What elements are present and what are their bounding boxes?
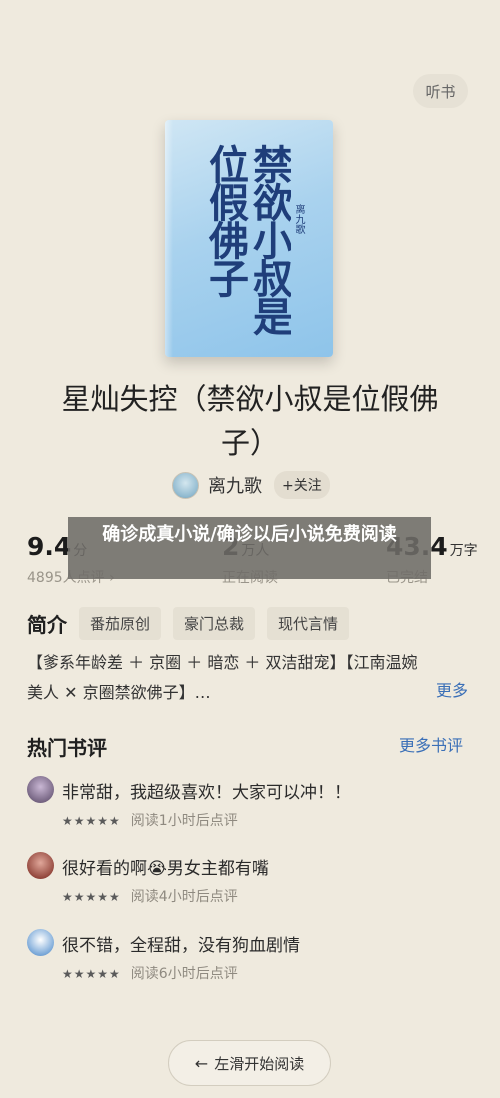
more-comments-link[interactable]: 更多书评 xyxy=(399,732,463,756)
comment-text: 很好看的啊😭男女主都有嘴 xyxy=(62,859,269,879)
intro-more-link[interactable]: 更多 xyxy=(436,677,468,701)
cover-title: 禁欲小叔是位假佛子 xyxy=(202,144,291,334)
author-name[interactable]: 离九歌 xyxy=(208,472,262,498)
cover-author: 离九歌 xyxy=(293,204,304,234)
comment-time: 阅读1小时后点评 xyxy=(130,813,238,829)
tag-original[interactable]: 番茄原创 xyxy=(79,607,162,640)
author-row: 离九歌 +关注 xyxy=(172,470,330,500)
intro-title: 简介 xyxy=(27,613,67,637)
book-cover[interactable]: 禁欲小叔是位假佛子 离九歌 xyxy=(165,120,333,357)
star-rating: ★★★★★ xyxy=(62,814,121,828)
rating-value: 9.4 xyxy=(27,532,72,561)
arrow-left-icon: ← xyxy=(194,1053,209,1073)
comment-time: 阅读6小时后点评 xyxy=(130,966,238,982)
start-reading-label: 左滑开始阅读 xyxy=(214,1054,305,1073)
commenter-avatar xyxy=(27,776,54,803)
overlay-banner: 确诊成真小说/确诊以后小说免费阅读 xyxy=(68,517,431,579)
tag-ceo[interactable]: 豪门总裁 xyxy=(173,607,256,640)
commenter-avatar xyxy=(27,929,54,956)
follow-button[interactable]: +关注 xyxy=(274,471,330,499)
listen-button[interactable]: 听书 xyxy=(413,74,468,108)
words-unit: 万字 xyxy=(449,543,478,559)
comment-text: 非常甜，我超级喜欢！大家可以冲！！ xyxy=(62,783,351,803)
comment-meta: ★★★★★ 阅读1小时后点评 xyxy=(62,810,238,830)
commenter-avatar xyxy=(27,852,54,879)
intro-text: 【爹系年龄差 ＋ 京圈 ＋ 暗恋 ＋ 双洁甜宠】【江南温婉美人 ✕ 京圈禁欲佛子… xyxy=(27,653,418,702)
comment-text: 很不错，全程甜，没有狗血剧情 xyxy=(62,936,300,956)
comment-meta: ★★★★★ 阅读4小时后点评 xyxy=(62,886,238,906)
author-avatar[interactable] xyxy=(172,471,199,499)
hot-comments-title: 热门书评 xyxy=(27,736,107,760)
comment-meta: ★★★★★ 阅读6小时后点评 xyxy=(62,963,238,983)
book-title: 星灿失控（禁欲小叔是位假佛子） xyxy=(61,382,439,460)
star-rating: ★★★★★ xyxy=(62,967,121,981)
intro-header: 简介 番茄原创 豪门总裁 现代言情 xyxy=(27,607,350,640)
comment-time: 阅读4小时后点评 xyxy=(130,889,238,905)
cover-spine xyxy=(165,120,173,357)
tag-romance[interactable]: 现代言情 xyxy=(267,607,350,640)
start-reading-button[interactable]: ← 左滑开始阅读 xyxy=(168,1040,331,1086)
star-rating: ★★★★★ xyxy=(62,890,121,904)
